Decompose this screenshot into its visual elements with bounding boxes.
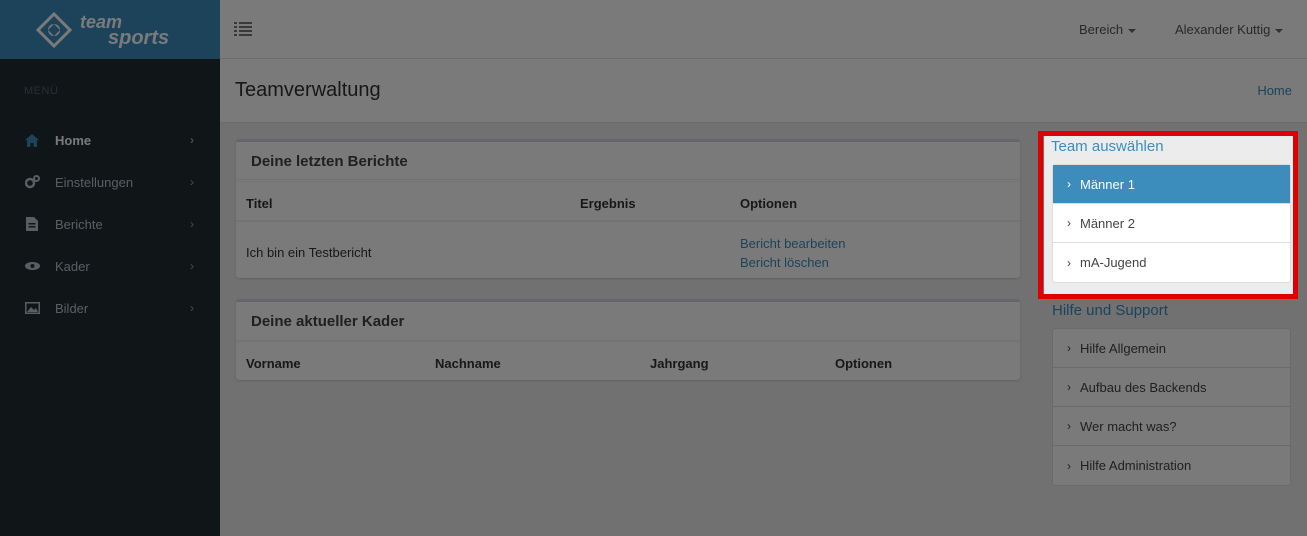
chevron-right-icon: › xyxy=(190,133,194,147)
squad-box-title: Deine aktueller Kader xyxy=(236,302,1020,342)
highlight-frame xyxy=(1038,131,1298,299)
sidebar-item-label: Kader xyxy=(55,258,90,274)
section-dropdown[interactable]: Bereich xyxy=(1079,22,1137,37)
edit-report-link[interactable]: Bericht bearbeiten xyxy=(740,236,846,251)
chevron-right-icon: › xyxy=(1067,419,1071,433)
brand-name: team sports xyxy=(80,13,170,49)
user-menu[interactable]: Alexander Kuttig xyxy=(1175,22,1284,37)
chevron-right-icon: › xyxy=(190,217,194,231)
list-item-label: Wer macht was? xyxy=(1080,418,1177,434)
help-list: › Hilfe Allgemein › Aufbau des Backends › W… xyxy=(1052,328,1291,486)
chevron-right-icon: › xyxy=(1067,341,1071,355)
chevron-right-icon: › xyxy=(190,175,194,189)
page-title: Teamverwaltung xyxy=(235,79,381,101)
report-title-cell: Ich bin ein Testbericht xyxy=(246,245,372,260)
column-header-title: Titel xyxy=(246,196,273,211)
chevron-right-icon: › xyxy=(190,259,194,273)
column-header-year: Jahrgang xyxy=(650,356,709,371)
sidebar-item-settings[interactable]: Einstellungen › xyxy=(0,161,220,203)
top-navbar: Bereich Alexander Kuttig xyxy=(220,0,1307,59)
list-item-label: Aufbau des Backends xyxy=(1080,379,1207,395)
section-dropdown-label: Bereich xyxy=(1079,22,1124,37)
chevron-right-icon: › xyxy=(1067,458,1071,473)
sidebar-item-images[interactable]: Bilder › xyxy=(0,287,220,329)
sidebar-item-home[interactable]: Home › xyxy=(0,119,220,161)
column-header-firstname: Vorname xyxy=(246,356,301,371)
reports-box: Deine letzten Berichte Titel Ergebnis Op… xyxy=(236,139,1020,278)
column-header-options: Optionen xyxy=(835,356,893,371)
help-title: Hilfe und Support xyxy=(1052,302,1168,319)
sidebar-item-squad[interactable]: Kader › xyxy=(0,245,220,287)
help-item-general[interactable]: › Hilfe Allgemein xyxy=(1053,329,1290,368)
sidebar-item-label: Berichte xyxy=(55,216,103,232)
image-icon xyxy=(24,300,40,316)
content-header: Teamverwaltung Home xyxy=(220,59,1307,123)
column-header-options: Optionen xyxy=(740,196,798,211)
home-icon xyxy=(24,132,40,148)
logo-icon xyxy=(35,11,73,48)
chevron-right-icon: › xyxy=(1067,380,1071,394)
sidebar-item-label: Einstellungen xyxy=(55,174,134,190)
sidebar-item-reports[interactable]: Berichte › xyxy=(0,203,220,245)
brand-logo[interactable]: team sports xyxy=(0,0,220,59)
help-item-admin[interactable]: › Hilfe Administration xyxy=(1053,446,1290,485)
column-header-lastname: Nachname xyxy=(435,356,501,371)
squad-box: Deine aktueller Kader Vorname Nachname J… xyxy=(236,299,1020,380)
sidebar-item-label: Bilder xyxy=(55,300,89,316)
eye-icon xyxy=(24,258,40,274)
caret-down-icon xyxy=(1128,28,1137,33)
document-icon xyxy=(24,216,40,232)
help-item-who[interactable]: › Wer macht was? xyxy=(1053,407,1290,446)
sidebar: team sports MENÜ Home › Einstellungen › … xyxy=(0,0,220,536)
caret-down-icon xyxy=(1275,28,1284,33)
brand-line-2: sports xyxy=(108,26,170,49)
sidebar-item-label: Home xyxy=(55,132,92,148)
help-item-backend[interactable]: › Aufbau des Backends xyxy=(1053,368,1290,407)
breadcrumb-home[interactable]: Home xyxy=(1257,83,1292,98)
sidebar-toggle-icon[interactable] xyxy=(234,21,252,37)
chevron-right-icon: › xyxy=(190,301,194,315)
gears-icon xyxy=(24,174,40,190)
delete-report-link[interactable]: Bericht löschen xyxy=(740,255,829,270)
list-item-label: Hilfe Administration xyxy=(1080,458,1192,473)
list-item-label: Hilfe Allgemein xyxy=(1080,340,1166,356)
menu-header: MENÜ xyxy=(24,85,59,97)
reports-box-title: Deine letzten Berichte xyxy=(236,142,1020,182)
user-name: Alexander Kuttig xyxy=(1175,22,1271,37)
column-header-result: Ergebnis xyxy=(580,196,636,211)
